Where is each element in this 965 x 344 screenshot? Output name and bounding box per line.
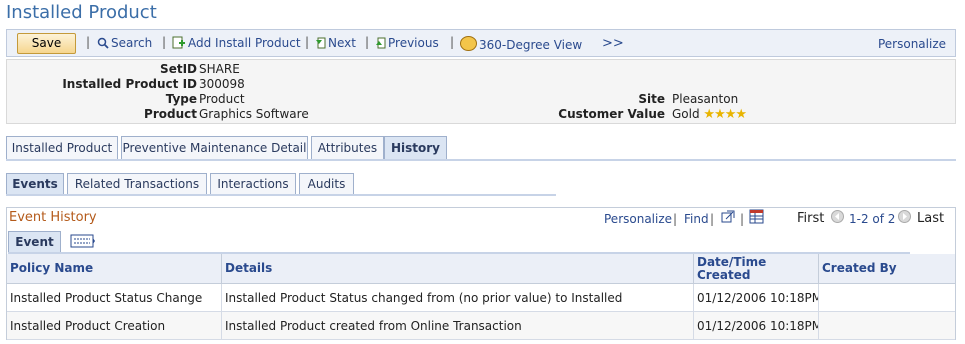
toolbar-divider: | (305, 35, 310, 49)
site-value: Pleasanton (672, 92, 739, 106)
product-label: Product (144, 107, 197, 121)
setid-label: SetID (160, 62, 197, 76)
grid-title: Event History (9, 210, 97, 225)
toolbar-divider: | (86, 35, 91, 49)
last-label: Last (917, 211, 945, 226)
add-install-product-link[interactable]: Add Install Product (172, 36, 301, 50)
installed-product-id-label: Installed Product ID (62, 77, 197, 91)
next-icon (316, 37, 326, 49)
star-icon: ★ (714, 107, 726, 122)
previous-link[interactable]: Previous (375, 36, 439, 50)
installed-product-id-value: 300098 (199, 77, 245, 91)
toolbar: Save | Search | Add Install Product | Ne… (6, 29, 956, 57)
table-cell-policy-name: Installed Product Creation (7, 312, 222, 340)
previous-row-icon (831, 210, 844, 223)
product-value: Graphics Software (199, 107, 309, 121)
next-row-icon (898, 210, 911, 223)
type-value: Product (199, 92, 245, 106)
event-history-grid: Event History Personalize | Find | | Fir… (6, 207, 956, 340)
first-label: First (797, 211, 825, 226)
search-icon (97, 37, 109, 49)
table-cell-date-time: 01/12/2006 10:18PM (694, 284, 819, 312)
next-label: Next (328, 36, 356, 50)
grid-personalize-link[interactable]: Personalize (604, 212, 672, 226)
column-header-date-time-created: Date/Time Created (694, 254, 819, 284)
row-range: 1-2 of 2 (849, 212, 896, 226)
subtab-audits[interactable]: Audits (299, 173, 354, 195)
view-all-icon[interactable] (721, 210, 735, 224)
column-header-policy-name: Policy Name (7, 254, 222, 284)
table-cell-details: Installed Product Status changed from (n… (222, 284, 694, 312)
previous-icon (376, 37, 386, 49)
search-label: Search (111, 36, 153, 50)
customer-value-label: Customer Value (558, 107, 665, 121)
page-title: Installed Product (6, 2, 157, 23)
toolbar-divider: | (162, 35, 167, 49)
grid-divider: | (710, 212, 715, 226)
subtab-divider (6, 194, 556, 196)
grid-tab-event[interactable]: Event (8, 231, 61, 253)
star-icon: ★ (724, 107, 737, 122)
grid-find-link[interactable]: Find (684, 212, 709, 226)
customer-value-text: Gold (672, 107, 700, 121)
tab-installed-product[interactable]: Installed Product (6, 136, 118, 160)
star-icon: ★ (735, 107, 747, 122)
add-icon (172, 36, 185, 49)
setid-value: SHARE (199, 62, 240, 76)
table-cell-created-by (819, 284, 955, 312)
toolbar-divider: | (365, 35, 370, 49)
add-install-product-label: Add Install Product (188, 36, 301, 50)
view-360-icon (460, 36, 477, 51)
save-button[interactable]: Save (17, 33, 76, 54)
site-label: Site (638, 92, 665, 106)
grid-divider: | (740, 212, 745, 226)
tab-divider (6, 159, 956, 161)
download-icon[interactable] (749, 209, 765, 224)
subtab-related-transactions[interactable]: Related Transactions (67, 173, 207, 195)
next-link[interactable]: Next (315, 36, 356, 50)
toolbar-divider: | (450, 35, 455, 49)
view-360-link[interactable]: 360-Degree View (460, 36, 582, 52)
subtab-interactions[interactable]: Interactions (210, 173, 296, 195)
tab-history[interactable]: History (384, 136, 447, 160)
more-actions-link[interactable]: >> (602, 36, 624, 51)
tab-attributes[interactable]: Attributes (311, 136, 384, 160)
table-cell-date-time: 01/12/2006 10:18PM (694, 312, 819, 340)
table-cell-details: Installed Product created from Online Tr… (222, 312, 694, 340)
table-cell-policy-name: Installed Product Status Change (7, 284, 222, 312)
table-cell-created-by (819, 312, 955, 340)
search-link[interactable]: Search (97, 36, 152, 50)
subtab-events[interactable]: Events (6, 173, 64, 195)
grid-divider: | (673, 212, 678, 226)
column-header-details: Details (222, 254, 694, 284)
view-360-label: 360-Degree View (479, 38, 583, 52)
previous-label: Previous (388, 36, 439, 50)
star-icon: ★ (703, 107, 715, 122)
type-label: Type (165, 92, 197, 106)
product-header: SetID SHARE Installed Product ID 300098 … (6, 59, 956, 124)
tab-preventive-maintenance-detail[interactable]: Preventive Maintenance Detail (121, 136, 308, 160)
customer-value: Gold ★★★★ (672, 107, 747, 122)
personalize-link[interactable]: Personalize (878, 37, 946, 51)
column-header-created-by: Created By (819, 254, 955, 284)
show-all-columns-icon[interactable] (70, 234, 96, 248)
